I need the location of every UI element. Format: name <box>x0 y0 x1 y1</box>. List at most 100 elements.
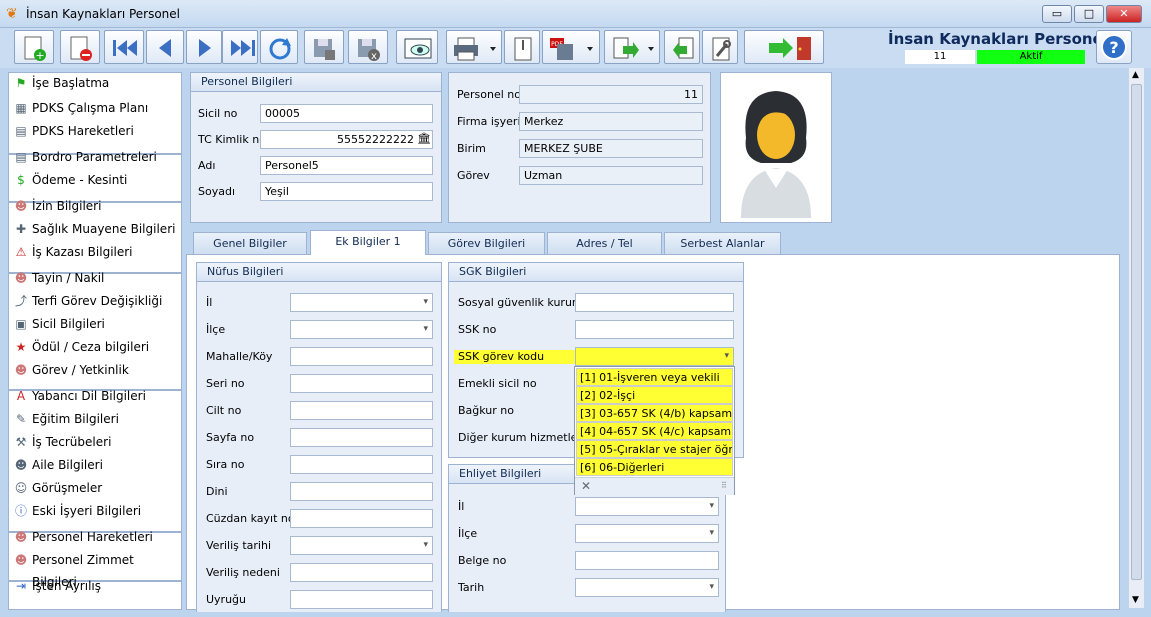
status-badge: Aktif <box>977 50 1085 64</box>
sgk-field-label: SSK no <box>458 323 497 336</box>
ehliyet-field-label: Tarih <box>458 581 485 594</box>
nufus-field-1[interactable] <box>290 320 433 339</box>
personel-panel-title: Personel Bilgileri <box>191 73 441 92</box>
sidebar-item-3[interactable]: ▤ Bordro Parametreleri <box>12 146 177 168</box>
vertical-scrollbar[interactable]: ▲ ▼ <box>1128 68 1144 608</box>
health-icon: ✚ <box>15 222 27 236</box>
sidebar-item-5[interactable]: ☻ İzin Bilgileri <box>12 195 177 217</box>
sgk-field-2[interactable] <box>575 347 734 366</box>
sidebar-item-2[interactable]: ▤ PDKS Hareketleri <box>12 120 177 142</box>
ehliyet-field-0[interactable] <box>575 497 719 516</box>
info-icon: ⓘ <box>14 504 27 518</box>
minimize-button[interactable]: ▭ <box>1042 5 1072 23</box>
ssk-gorev-option[interactable]: [6] 06-Diğerleri <box>576 458 733 476</box>
close-button[interactable]: ✕ <box>1106 5 1142 23</box>
ssk-gorev-option[interactable]: [3] 03-657 SK (4/b) kapsamında <box>576 404 733 422</box>
sidebar-item-1[interactable]: ▦ PDKS Çalışma Planı <box>12 97 177 119</box>
tab-gorev-bilgileri[interactable]: Görev Bilgileri <box>428 232 545 254</box>
export-icon <box>613 37 654 59</box>
refresh-button[interactable] <box>260 30 298 64</box>
import-button[interactable] <box>664 30 700 64</box>
title-bar: ❦ İnsan Kaynakları Personel ▭ □ ✕ <box>0 0 1151 28</box>
exit-button[interactable] <box>744 30 824 64</box>
prev-record-button[interactable] <box>146 30 184 64</box>
scroll-thumb[interactable] <box>1131 84 1142 580</box>
tab-serbest-alanlar[interactable]: Serbest Alanlar <box>664 232 781 254</box>
sidebar-item-12[interactable]: ☻ Görev / Yetkinlik <box>12 359 177 381</box>
photo-frame[interactable] <box>720 72 832 223</box>
nufus-field-10[interactable] <box>290 563 433 582</box>
tc-field[interactable]: 55552222222 <box>260 130 433 149</box>
next-record-button[interactable] <box>186 30 222 64</box>
save-button[interactable] <box>304 30 344 64</box>
sidebar-item-21[interactable]: ⇥ İşten Ayrılış <box>12 575 177 597</box>
sidebar-item-11[interactable]: ★ Ödül / Ceza bilgileri <box>12 336 177 358</box>
preview-button[interactable] <box>396 30 438 64</box>
sidebar-item-9[interactable]: ⤴ Terfi Görev Değişikliği <box>12 290 177 312</box>
ehliyet-field-1[interactable] <box>575 524 719 543</box>
clear-selection-icon[interactable]: ✕ <box>581 479 591 493</box>
tab-genel-bilgiler[interactable]: Genel Bilgiler <box>193 232 307 254</box>
adi-field[interactable]: Personel5 <box>260 156 433 175</box>
ssk-gorev-option[interactable]: [1] 01-İşveren veya vekili <box>576 368 733 386</box>
sgk-field-1[interactable] <box>575 320 734 339</box>
sidebar-item-6[interactable]: ✚ Sağlık Muayene Bilgileri <box>12 218 177 240</box>
tab-adres-tel[interactable]: Adres / Tel <box>547 232 662 254</box>
sidebar-item-7[interactable]: ⚠ İş Kazası Bilgileri <box>12 241 177 263</box>
nufus-field-3[interactable] <box>290 374 433 393</box>
sidebar-item-8[interactable]: ☻ Tayin / Nakil <box>12 267 177 289</box>
nufus-panel-title: Nüfus Bilgileri <box>197 263 441 282</box>
help-button[interactable]: ? <box>1096 30 1132 64</box>
scroll-down-icon[interactable]: ▼ <box>1132 595 1139 605</box>
nufus-field-8[interactable] <box>290 509 433 528</box>
nufus-field-2[interactable] <box>290 347 433 366</box>
sidebar-item-13[interactable]: A Yabancı Dil Bilgileri <box>12 385 177 407</box>
resize-grip-icon[interactable]: ⠿ <box>721 481 727 490</box>
sidebar-item-label: Eski İşyeri Bilgileri <box>32 504 142 518</box>
ssk-gorev-option[interactable]: [4] 04-657 SK (4/c) kapsamında <box>576 422 733 440</box>
sidebar-item-4[interactable]: $ Ödeme - Kesinti <box>12 169 177 191</box>
new-record-button[interactable]: + <box>14 30 54 64</box>
soyadi-field[interactable]: Yeşil <box>260 182 433 201</box>
adi-label: Adı <box>198 159 216 172</box>
sidebar-item-0[interactable]: ⚑ İşe Başlatma <box>12 72 177 94</box>
ehliyet-field-3[interactable] <box>575 578 719 597</box>
sidebar-item-20[interactable]: ☻ Personel Zimmet Bilgileri <box>12 549 177 589</box>
bank-icon[interactable]: 🏛 <box>417 132 431 145</box>
nufus-field-5[interactable] <box>290 428 433 447</box>
settings-button[interactable] <box>702 30 738 64</box>
ssk-gorev-option[interactable]: [2] 02-İşçi <box>576 386 733 404</box>
sicil-field[interactable]: 00005 <box>260 104 433 123</box>
pdf-save-button[interactable]: PDF <box>542 30 600 64</box>
save-icon <box>314 39 335 60</box>
nufus-field-0[interactable] <box>290 293 433 312</box>
nufus-field-6[interactable] <box>290 455 433 474</box>
first-record-button[interactable] <box>104 30 144 64</box>
sidebar-item-19[interactable]: ☻ Personel Hareketleri <box>12 526 177 548</box>
ehliyet-field-2[interactable] <box>575 551 719 570</box>
work-icon: ⚒ <box>15 435 27 449</box>
cancel-save-button[interactable]: x <box>348 30 388 64</box>
last-record-button[interactable] <box>222 30 258 64</box>
maximize-button[interactable]: □ <box>1074 5 1104 23</box>
print-button[interactable] <box>446 30 502 64</box>
nufus-field-11[interactable] <box>290 590 433 609</box>
nufus-field-7[interactable] <box>290 482 433 501</box>
sgk-field-0[interactable] <box>575 293 734 312</box>
delete-record-button[interactable] <box>60 30 100 64</box>
tab-ek-bilgiler-1[interactable]: Ek Bilgiler 1 <box>310 230 426 255</box>
sidebar-item-10[interactable]: ▣ Sicil Bilgileri <box>12 313 177 335</box>
nufus-field-4[interactable] <box>290 401 433 420</box>
nufus-field-9[interactable] <box>290 536 433 555</box>
sidebar-item-17[interactable]: ☺ Görüşmeler <box>12 477 177 499</box>
export-button[interactable] <box>604 30 660 64</box>
scroll-up-icon[interactable]: ▲ <box>1132 70 1139 80</box>
ssk-gorev-option[interactable]: [5] 05-Çıraklar ve stajer öğrenci <box>576 440 733 458</box>
person-icon: ☻ <box>14 199 28 213</box>
attach-button[interactable] <box>504 30 540 64</box>
sidebar-item-14[interactable]: ✎ Eğitim Bilgileri <box>12 408 177 430</box>
sidebar-item-16[interactable]: ☻ Aile Bilgileri <box>12 454 177 476</box>
sidebar-item-label: Ödeme - Kesinti <box>32 173 128 187</box>
sidebar-item-18[interactable]: ⓘ Eski İşyeri Bilgileri <box>12 500 177 522</box>
sidebar-item-15[interactable]: ⚒ İş Tecrübeleri <box>12 431 177 453</box>
